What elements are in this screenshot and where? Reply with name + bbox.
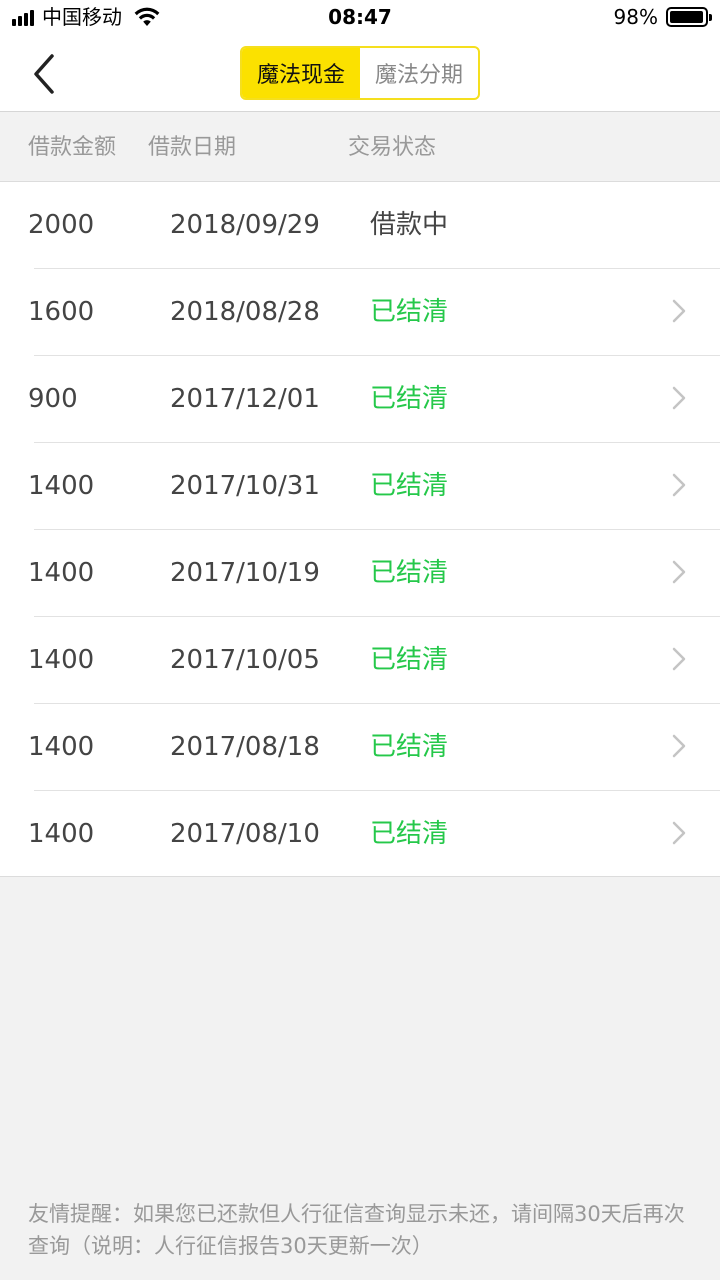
loan-list: 2000 2018/09/29 借款中 1600 2018/08/28 已结清 900 201… [0, 182, 720, 877]
header-transaction-status: 交易状态 [348, 135, 437, 160]
loan-amount: 2000 [28, 210, 95, 240]
header-loan-amount: 借款金额 [28, 135, 117, 160]
loan-row[interactable]: 1600 2018/08/28 已结清 [0, 269, 720, 356]
header-loan-date: 借款日期 [148, 135, 237, 160]
chevron-right-icon [672, 821, 686, 845]
status-bar: 中国移动 08:47 98% [0, 0, 720, 36]
loan-status: 已结清 [370, 558, 449, 588]
back-button[interactable] [22, 50, 66, 98]
battery-cap [709, 14, 712, 21]
loan-amount: 1600 [28, 297, 95, 327]
battery-icon [666, 7, 712, 27]
loan-row[interactable]: 1400 2017/10/05 已结清 [0, 617, 720, 704]
loan-date: 2017/10/19 [170, 558, 320, 588]
status-right: 98% [613, 5, 712, 29]
loan-amount: 1400 [28, 471, 95, 501]
table-header: 借款金额 借款日期 交易状态 [0, 112, 720, 182]
segmented-control: 魔法现金 魔法分期 [240, 46, 480, 100]
loan-status: 已结清 [370, 645, 449, 675]
loan-row[interactable]: 1400 2017/10/19 已结清 [0, 530, 720, 617]
loan-row[interactable]: 1400 2017/08/10 已结清 [0, 791, 720, 878]
loan-amount: 1400 [28, 645, 95, 675]
status-time: 08:47 [328, 5, 392, 29]
loan-date: 2017/10/31 [170, 471, 320, 501]
loan-status: 已结清 [370, 819, 449, 849]
chevron-right-icon [672, 386, 686, 410]
tab-magic-cash[interactable]: 魔法现金 [242, 48, 360, 98]
loan-status: 借款中 [370, 210, 449, 240]
chevron-right-icon [672, 647, 686, 671]
chevron-right-icon [672, 560, 686, 584]
loan-status: 已结清 [370, 732, 449, 762]
loan-status: 已结清 [370, 297, 449, 327]
loan-row[interactable]: 1400 2017/10/31 已结清 [0, 443, 720, 530]
loan-status: 已结清 [370, 384, 449, 414]
loan-date: 2018/08/28 [170, 297, 320, 327]
tab-magic-installment[interactable]: 魔法分期 [360, 48, 478, 98]
loan-status: 已结清 [370, 471, 449, 501]
loan-amount: 1400 [28, 819, 95, 849]
loan-date: 2017/10/05 [170, 645, 320, 675]
footer-tip: 友情提醒：如果您已还款但人行征信查询显示未还，请间隔30天后再次查询（说明：人行… [28, 1202, 685, 1258]
loan-date: 2017/12/01 [170, 384, 320, 414]
loan-row[interactable]: 2000 2018/09/29 借款中 [0, 182, 720, 269]
nav-bar: 魔法现金 魔法分期 [0, 36, 720, 112]
loan-amount: 900 [28, 384, 78, 414]
chevron-right-icon [672, 473, 686, 497]
chevron-right-icon [672, 734, 686, 758]
loan-amount: 1400 [28, 558, 95, 588]
chevron-right-icon [672, 299, 686, 323]
loan-date: 2018/09/29 [170, 210, 320, 240]
loan-amount: 1400 [28, 732, 95, 762]
loan-date: 2017/08/10 [170, 819, 320, 849]
battery-fill [670, 11, 704, 23]
loan-row[interactable]: 1400 2017/08/18 已结清 [0, 704, 720, 791]
loan-date: 2017/08/18 [170, 732, 320, 762]
loan-row[interactable]: 900 2017/12/01 已结清 [0, 356, 720, 443]
battery-percent: 98% [613, 5, 658, 29]
chevron-left-icon [34, 54, 54, 94]
